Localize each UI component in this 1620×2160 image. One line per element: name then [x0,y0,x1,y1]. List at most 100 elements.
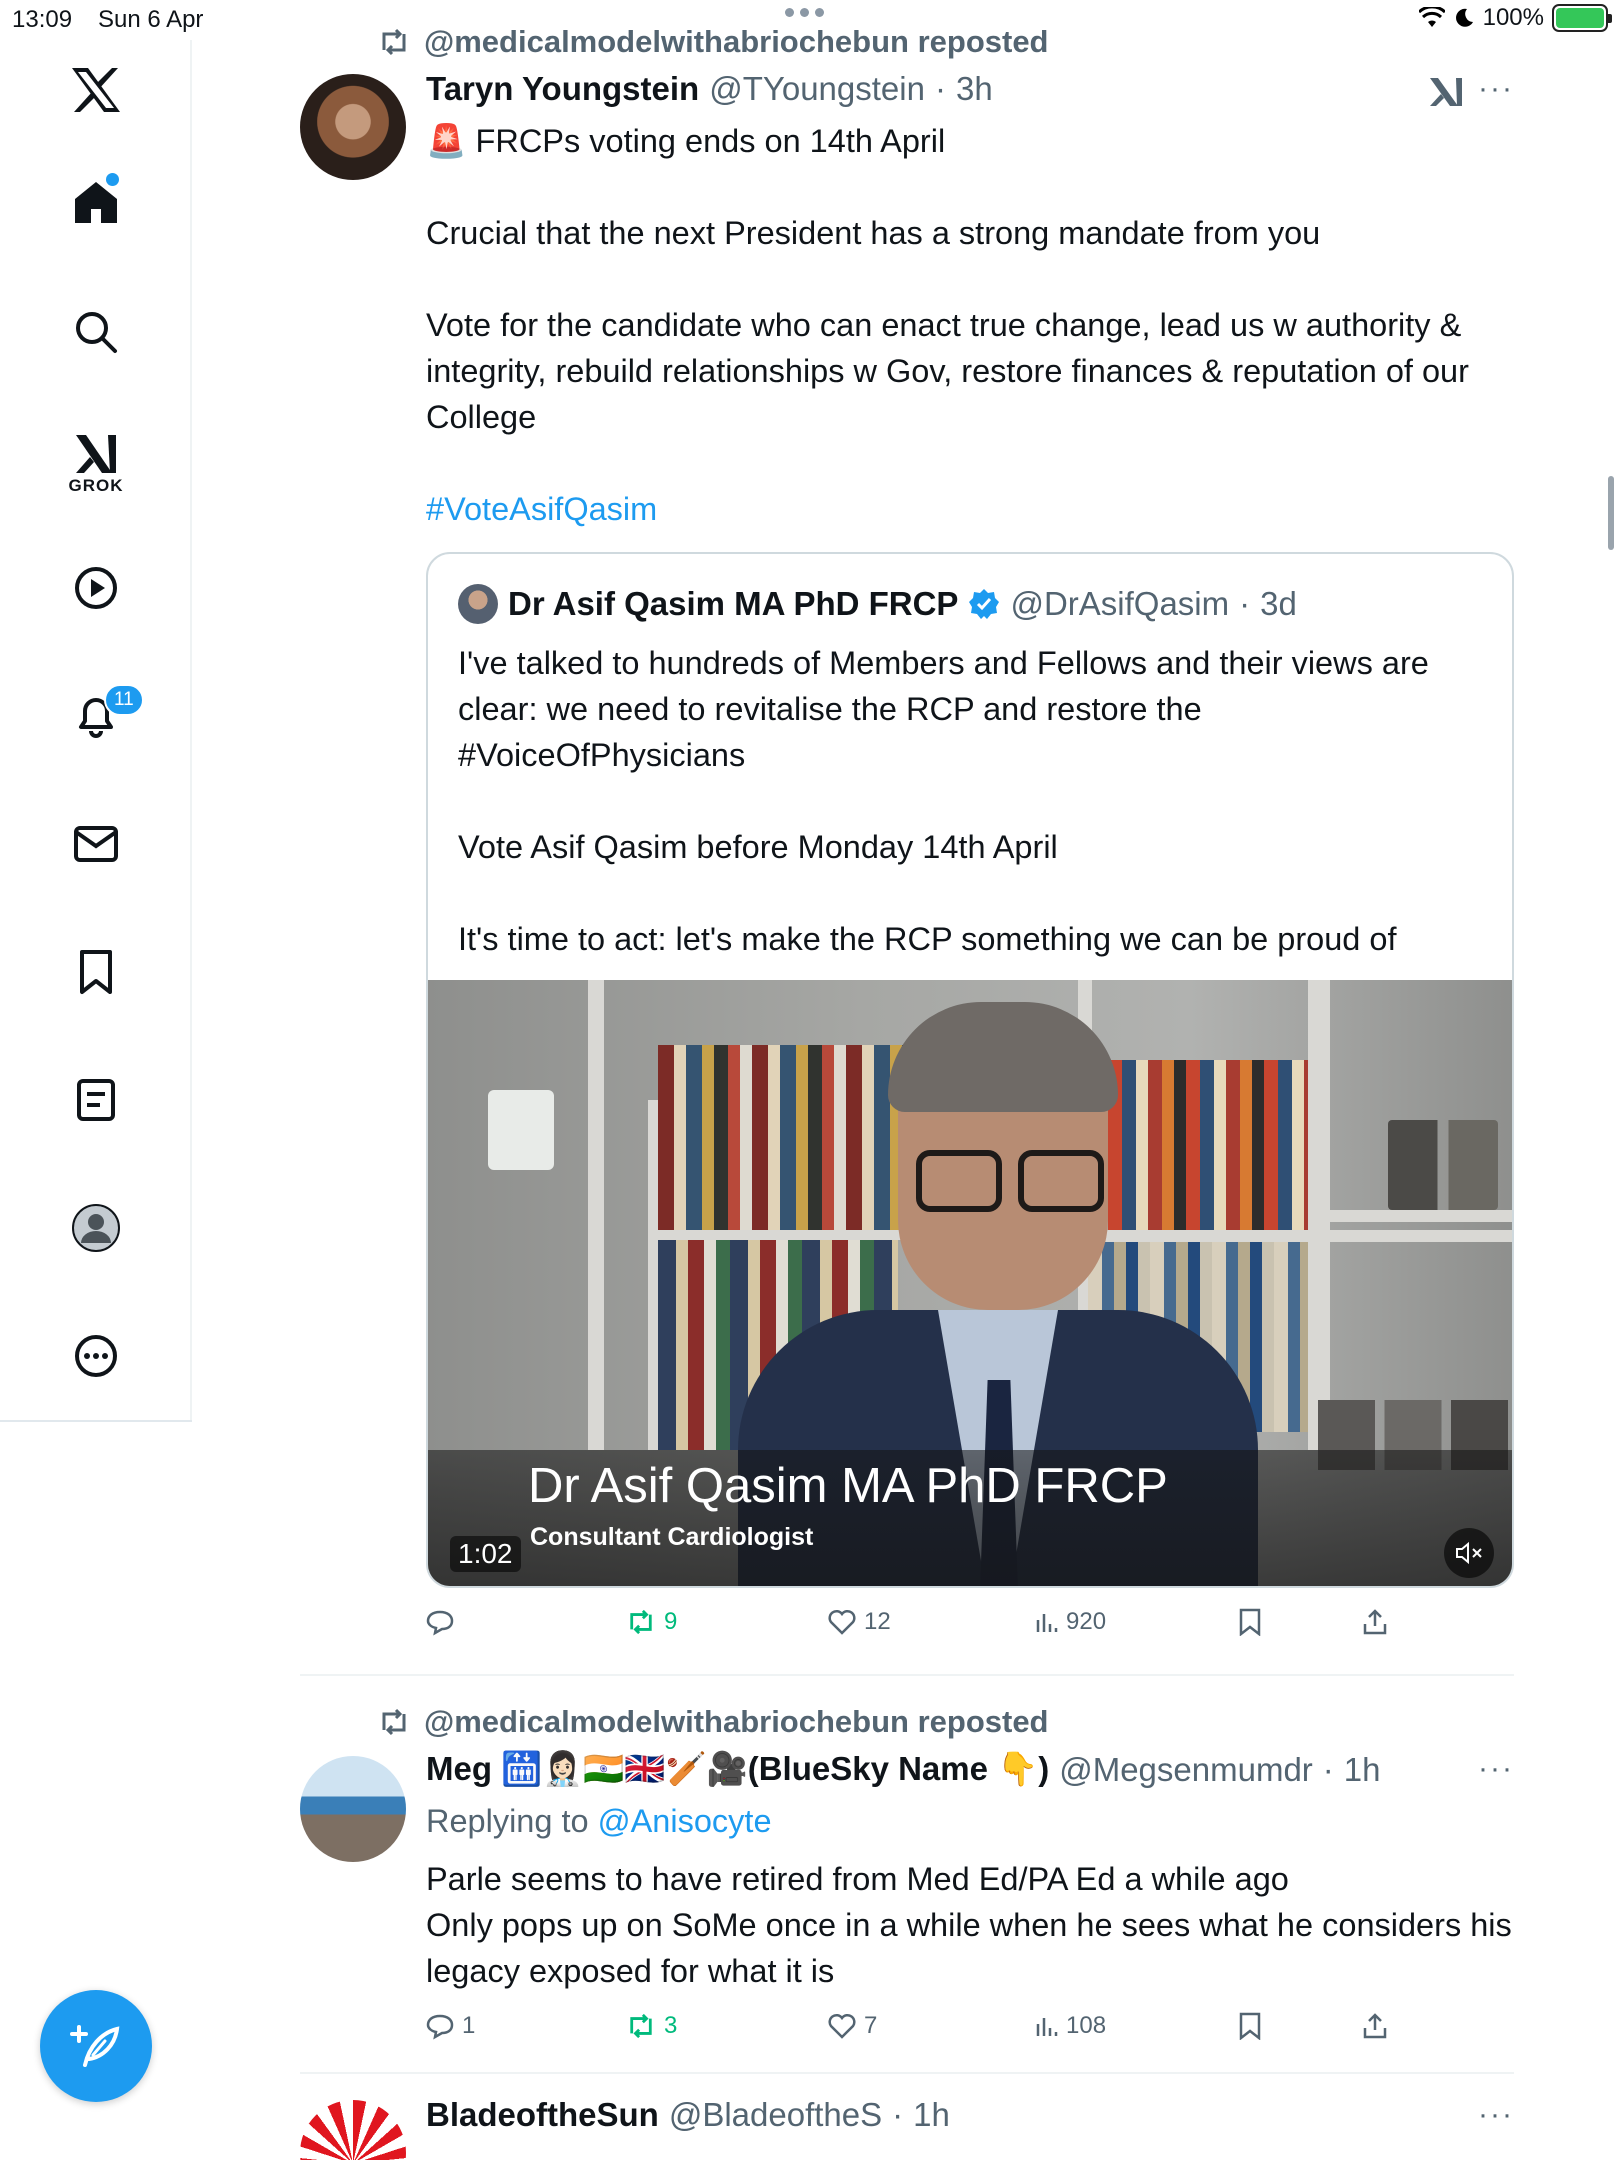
views-button[interactable]: 920 [1034,1608,1106,1636]
quoted-text-line: It's time to act: let's make the RCP som… [458,921,1397,957]
grok-label: GROK [68,476,124,495]
reply-icon [426,1610,454,1636]
repost-button[interactable]: 9 [626,1608,677,1636]
quoted-post-time: 3d [1260,585,1297,622]
avatar[interactable] [300,2100,406,2160]
thermostat [488,1090,554,1170]
video-play-icon[interactable] [60,552,132,624]
repost-indicator: @medicalmodelwithabriochebun reposted [378,1704,1049,1740]
bookmarks-icon[interactable] [60,936,132,1008]
reply-icon [426,2014,454,2040]
verified-badge-icon [969,589,1000,619]
avatar[interactable] [300,1756,406,1862]
post-action-bar: 9 12 920 [426,1608,1426,1648]
post-text: 🚨 FRCPs voting ends on 14th April Crucia… [426,118,1516,532]
home-icon[interactable] [60,166,132,238]
video-caption-role: Consultant Cardiologist [530,1523,814,1551]
share-button[interactable] [1362,1608,1388,1636]
repost-indicator: @medicalmodelwithabriochebun reposted [378,24,1049,60]
mute-button[interactable] [1444,1528,1494,1578]
date: Sun 6 Apr [98,6,204,33]
status-icons: 100% [1418,4,1612,32]
quoted-post[interactable]: Dr Asif Qasim MA PhD FRCP @DrAsifQasim ·… [426,552,1514,1588]
x-logo-icon[interactable] [60,54,132,126]
share-button[interactable] [1362,2012,1388,2040]
post-time[interactable]: 3h [956,70,993,108]
video-player[interactable]: Dr Asif Qasim MA PhD FRCP Consultant Car… [428,980,1512,1586]
post-time[interactable]: 1h [1344,1751,1381,1789]
battery-icon [1552,4,1612,32]
author-handle[interactable]: @TYoungstein [709,70,925,108]
post-header: Meg 🛗👩🏻‍⚕️🇮🇳🇬🇧🏏🎥(BlueSky Name 👇) @Megsen… [426,1750,1381,1789]
bookmark-button[interactable] [1238,2012,1262,2040]
views-chart-icon [1036,2018,1058,2036]
post-more-options-icon[interactable]: ··· [1478,72,1514,106]
author-name[interactable]: Taryn Youngstein [426,70,699,108]
scrollbar[interactable] [1608,476,1614,550]
author-handle[interactable]: @Megsenmumdr [1059,1751,1313,1789]
repost-icon [382,28,406,56]
compose-post-button[interactable] [40,1990,152,2102]
view-count: 920 [1066,1608,1107,1635]
author-handle[interactable]: @BladeoftheS [669,2096,882,2134]
views-button[interactable]: 108 [1034,2012,1106,2040]
repost-icon [630,1609,652,1635]
post-more-options-icon[interactable]: ··· [1478,2098,1514,2132]
repost-label: @medicalmodelwithabriochebun reposted [424,24,1049,59]
clock: 13:09 [12,6,73,33]
post-divider [300,2072,1514,2074]
post-text-line: Only pops up on SoMe once in a while whe… [426,1907,1512,1989]
grok-post-icon[interactable] [1428,74,1464,115]
replying-prefix: Replying to [426,1803,589,1839]
speaker-muted-icon [1456,1541,1482,1565]
video-caption-name: Dr Asif Qasim MA PhD FRCP [528,1459,1168,1513]
post-text-line: Crucial that the next President has a st… [426,215,1321,251]
views-chart-icon [1036,1614,1058,1632]
bookmark-button[interactable] [1238,1608,1262,1636]
quoted-post-header: Dr Asif Qasim MA PhD FRCP @DrAsifQasim ·… [458,584,1297,624]
quoted-avatar[interactable] [458,584,498,624]
moon-icon [1455,8,1473,27]
avatar[interactable] [300,74,406,180]
profile-avatar-icon[interactable] [60,1192,132,1264]
repost-icon [382,1708,406,1736]
video-duration: 1:02 [450,1536,521,1572]
bookmark-icon [1239,1608,1261,1636]
repost-count: 3 [664,2012,678,2039]
reply-button[interactable]: 1 [426,2012,475,2040]
quoted-author-handle[interactable]: @DrAsifQasim [1010,585,1229,623]
quoted-text-line: I've talked to hundreds of Members and F… [458,645,1429,773]
author-name[interactable]: Meg 🛗👩🏻‍⚕️🇮🇳🇬🇧🏏🎥(BlueSky Name 👇) [426,1750,1049,1789]
post-text: Replying to @Anisocyte Parle seems to ha… [426,1798,1516,1994]
notifications-badge: 11 [104,684,144,716]
repost-button[interactable]: 3 [626,2012,677,2040]
post-time[interactable]: 1h [913,2096,950,2134]
post-action-bar: 1 3 7 108 [426,2012,1426,2052]
author-name[interactable]: BladeoftheSun [426,2096,659,2134]
like-button[interactable]: 7 [828,2012,877,2040]
post-text-line: Vote for the candidate who can enact tru… [426,307,1469,435]
replying-to-handle[interactable]: @Anisocyte [598,1803,772,1839]
repost-label: @medicalmodelwithabriochebun reposted [424,1704,1049,1739]
multitasking-dots[interactable] [785,8,824,17]
heart-icon [828,2013,856,2039]
bookmark-icon [1239,2012,1261,2040]
lists-icon[interactable] [60,1064,132,1136]
share-icon [1363,2013,1387,2039]
messages-envelope-icon[interactable] [60,808,132,880]
like-button[interactable]: 12 [828,1608,891,1636]
reply-button[interactable] [426,1608,454,1636]
view-count: 108 [1066,2012,1107,2039]
post-header: BladeoftheSun @BladeoftheS · 1h [426,2096,950,2134]
post-more-options-icon[interactable]: ··· [1478,1752,1514,1786]
quoted-author-name[interactable]: Dr Asif Qasim MA PhD FRCP [508,585,958,623]
hashtag-link[interactable]: #VoteAsifQasim [426,486,1516,532]
battery-percent: 100% [1482,4,1544,31]
like-count: 7 [864,2012,878,2039]
search-icon[interactable] [60,296,132,368]
quoted-post-text: I've talked to hundreds of Members and F… [458,640,1488,962]
more-options-icon[interactable] [60,1320,132,1392]
post-divider [300,1674,1514,1676]
share-icon [1363,1609,1387,1635]
post-text-line: Parle seems to have retired from Med Ed/… [426,1861,1289,1897]
